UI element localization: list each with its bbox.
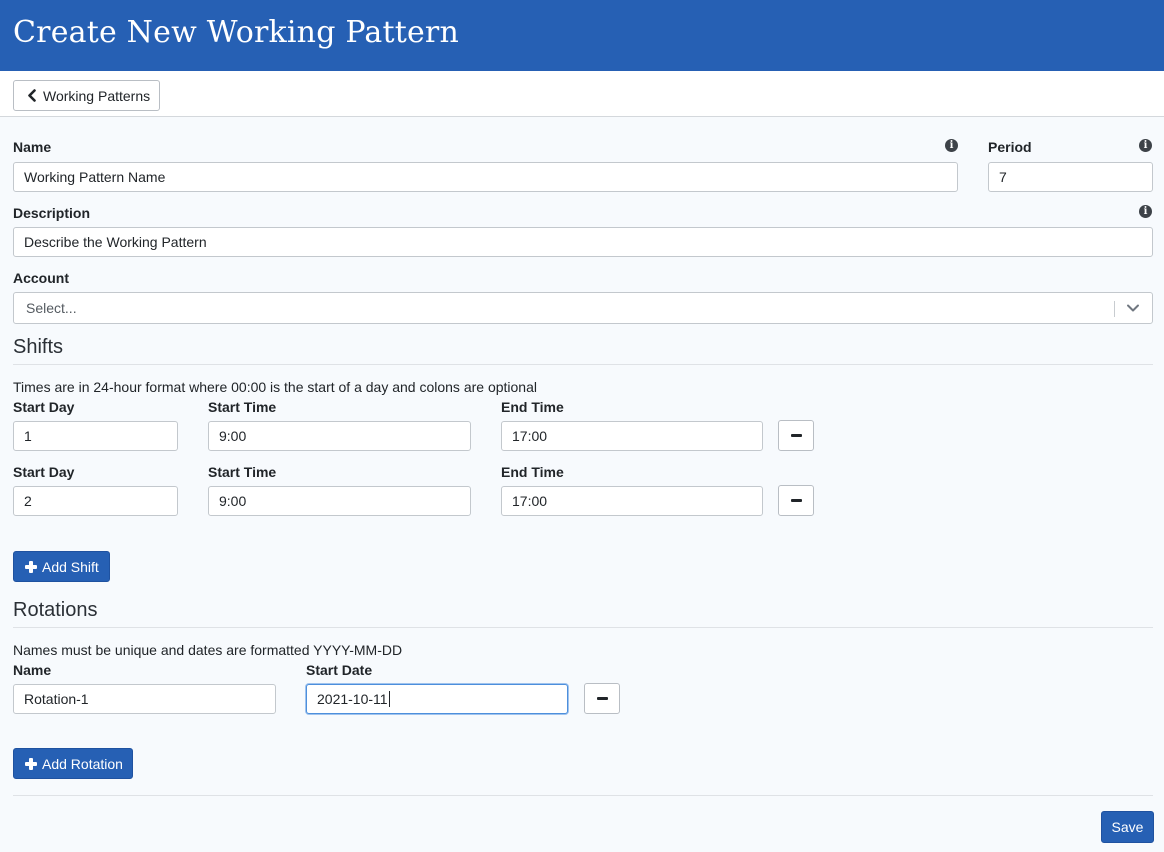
back-button-label: Working Patterns <box>43 87 151 104</box>
save-button[interactable]: Save <box>1101 811 1154 843</box>
chevron-down-icon[interactable] <box>1126 303 1140 313</box>
save-label: Save <box>1111 819 1144 835</box>
shift-end-time-input[interactable]: 17:00 <box>501 421 763 451</box>
description-label: Description <box>13 205 91 221</box>
period-info-icon[interactable]: i <box>1139 139 1152 152</box>
rotation-start-date-input[interactable]: 2021-10-11 <box>306 684 568 714</box>
description-input[interactable]: Describe the Working Pattern <box>13 227 1153 257</box>
shift-end-time-value: 17:00 <box>512 493 548 509</box>
period-label: Period <box>988 139 1032 155</box>
description-input-value: Describe the Working Pattern <box>24 234 207 250</box>
chevron-left-icon <box>28 89 36 102</box>
rotation-start-date-label: Start Date <box>306 662 373 678</box>
add-rotation-label: Add Rotation <box>42 755 123 772</box>
name-info-icon[interactable]: i <box>945 139 958 152</box>
period-input-value: 7 <box>999 169 1007 185</box>
add-shift-button[interactable]: Add Shift <box>13 551 110 582</box>
rotations-hint: Names must be unique and dates are forma… <box>13 642 403 658</box>
rotations-section-title: Rotations <box>13 599 98 621</box>
back-to-working-patterns-button[interactable]: Working Patterns <box>13 80 160 111</box>
period-input[interactable]: 7 <box>988 162 1153 192</box>
plus-icon <box>25 757 37 770</box>
shift-start-time-value: 9:00 <box>219 493 247 509</box>
rotation-name-value: Rotation-1 <box>24 691 89 707</box>
shift-start-day-input[interactable]: 2 <box>13 486 178 516</box>
account-select[interactable]: Select... <box>13 292 1153 324</box>
shift-start-time-input[interactable]: 9:00 <box>208 421 471 451</box>
shift-end-time-input[interactable]: 17:00 <box>501 486 763 516</box>
add-rotation-button[interactable]: Add Rotation <box>13 748 133 779</box>
shift-start-time-label: Start Time <box>208 464 277 480</box>
shift-start-time-label: Start Time <box>208 399 277 415</box>
plus-icon <box>25 560 37 573</box>
shift-start-time-input[interactable]: 9:00 <box>208 486 471 516</box>
shifts-divider <box>13 364 1153 365</box>
rotation-name-input[interactable]: Rotation-1 <box>13 684 276 714</box>
shift-end-time-label: End Time <box>501 399 564 415</box>
remove-shift-button[interactable] <box>778 420 814 451</box>
shift-start-day-input[interactable]: 1 <box>13 421 178 451</box>
add-shift-label: Add Shift <box>42 558 99 575</box>
shift-start-day-label: Start Day <box>13 464 75 480</box>
shift-end-time-value: 17:00 <box>512 428 548 444</box>
shift-start-day-label: Start Day <box>13 399 75 415</box>
rotations-divider <box>13 627 1153 628</box>
name-input[interactable]: Working Pattern Name <box>13 162 958 192</box>
footer-divider <box>13 795 1153 796</box>
shifts-section-title: Shifts <box>13 336 64 358</box>
shift-start-time-value: 9:00 <box>219 428 247 444</box>
description-info-icon[interactable]: i <box>1139 205 1152 218</box>
select-separator <box>1114 301 1115 317</box>
rotation-name-label: Name <box>13 662 52 678</box>
shifts-hint: Times are in 24-hour format where 00:00 … <box>13 379 537 395</box>
account-select-placeholder: Select... <box>26 300 77 316</box>
shift-start-day-value: 2 <box>24 493 32 509</box>
minus-icon <box>790 499 802 502</box>
toolbar: Working Patterns <box>0 71 1164 117</box>
name-input-value: Working Pattern Name <box>24 169 166 185</box>
account-label: Account <box>13 270 69 286</box>
rotation-start-date-value: 2021-10-11 <box>317 691 388 707</box>
shift-end-time-label: End Time <box>501 464 564 480</box>
shift-start-day-value: 1 <box>24 428 32 444</box>
remove-rotation-button[interactable] <box>584 683 620 714</box>
text-caret <box>388 691 390 707</box>
remove-shift-button[interactable] <box>778 485 814 516</box>
page-header: Create New Working Pattern <box>0 0 1164 71</box>
page-title: Create New Working Pattern <box>13 15 459 50</box>
minus-icon <box>790 434 802 437</box>
minus-icon <box>596 697 608 700</box>
name-label: Name <box>13 139 52 155</box>
